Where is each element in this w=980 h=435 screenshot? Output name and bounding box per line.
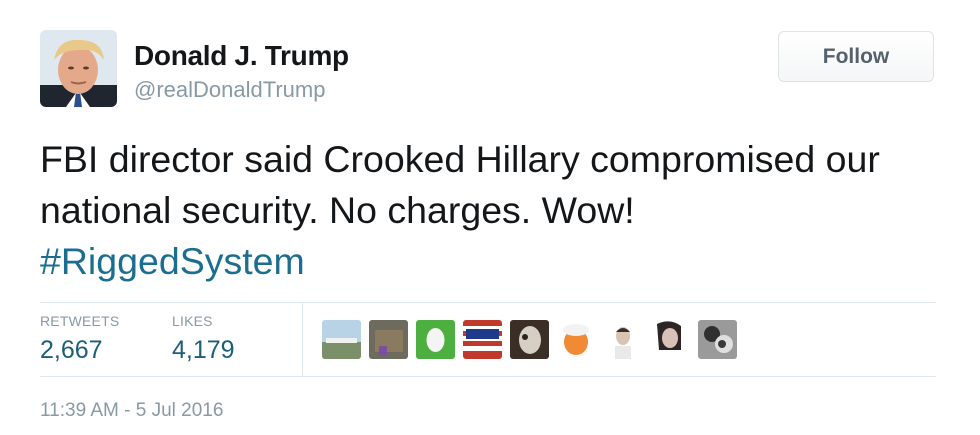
liker-avatar[interactable]: [369, 320, 408, 359]
liker-avatar[interactable]: [416, 320, 455, 359]
liker-avatar[interactable]: [510, 320, 549, 359]
retweets-count[interactable]: 2,667: [40, 336, 103, 365]
user-handle[interactable]: @realDonaldTrump: [134, 77, 325, 103]
stats-top-divider: [40, 302, 936, 303]
user-name[interactable]: Donald J. Trump: [134, 40, 349, 72]
tweet-timestamp[interactable]: 11:39 AM - 5 Jul 2016: [40, 400, 223, 422]
retweets-label[interactable]: RETWEETS: [40, 313, 119, 329]
liker-avatar[interactable]: [322, 320, 361, 359]
likes-count[interactable]: 4,179: [172, 336, 235, 365]
liker-avatar[interactable]: [463, 320, 502, 359]
liker-avatar[interactable]: [604, 320, 643, 359]
hashtag-link[interactable]: #RiggedSystem: [40, 240, 305, 282]
stats-bottom-divider: [40, 376, 936, 377]
liker-avatar[interactable]: [698, 320, 737, 359]
liker-avatar[interactable]: [557, 320, 596, 359]
tweet-body: FBI director said Crooked Hillary compro…: [40, 138, 880, 231]
follow-button[interactable]: Follow: [778, 31, 934, 82]
tweet-text: FBI director said Crooked Hillary compro…: [40, 134, 950, 287]
liker-avatar[interactable]: [651, 320, 690, 359]
likes-label[interactable]: LIKES: [172, 313, 213, 329]
stats-separator: [302, 302, 303, 376]
profile-avatar[interactable]: [40, 30, 117, 107]
